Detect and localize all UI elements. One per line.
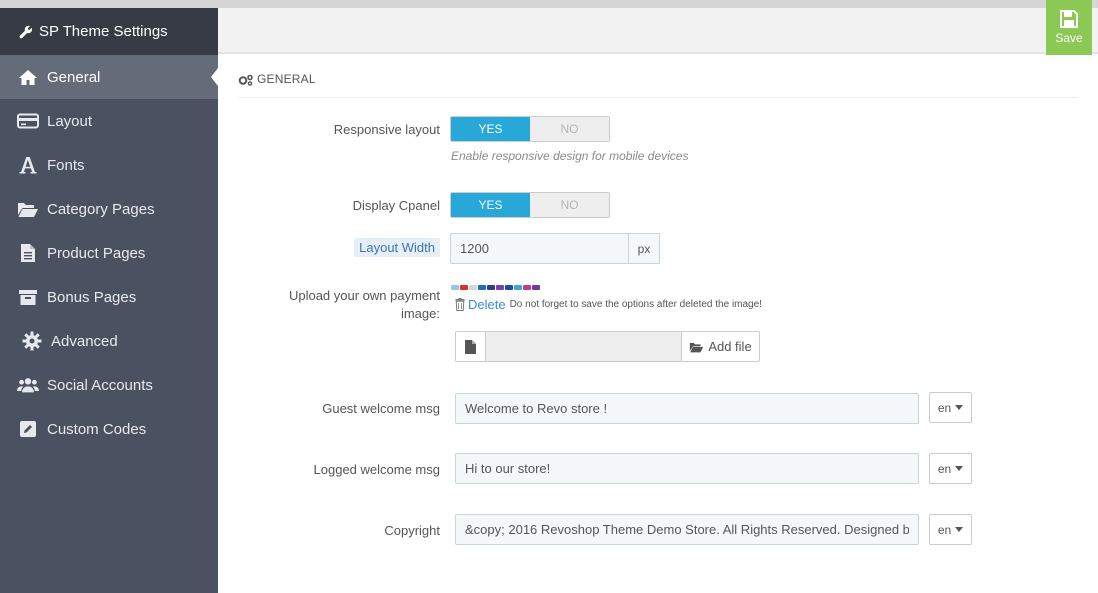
responsive-layout-label: Responsive layout [333, 122, 440, 137]
copyright-label: Copyright [384, 523, 440, 538]
edit-icon [17, 419, 39, 439]
payment-delete-row: Delete Do not forget to save the options… [455, 297, 762, 312]
home-icon [17, 67, 39, 87]
sidebar-item-custom-codes[interactable]: Custom Codes [0, 407, 218, 451]
logged-welcome-language-dropdown[interactable]: en [929, 453, 972, 484]
payment-card-chip [469, 285, 477, 290]
payment-card-chip [487, 285, 495, 290]
sidebar-item-label: Advanced [51, 332, 118, 350]
caret-down-icon [955, 405, 964, 410]
sidebar-item-label: Category Pages [47, 200, 155, 218]
language-code: en [937, 400, 952, 415]
credit-card-icon [17, 111, 39, 131]
file-name-display[interactable] [485, 331, 682, 362]
layout-width-input[interactable] [450, 233, 629, 264]
responsive-yes-option[interactable]: YES [451, 117, 530, 141]
add-file-label: Add file [708, 339, 752, 354]
copyright-language-dropdown[interactable]: en [929, 514, 972, 545]
sidebar-title-text: SP Theme Settings [39, 23, 168, 40]
payment-card-chip [505, 285, 513, 290]
payment-card-chip [514, 285, 522, 290]
sidebar-item-label: Fonts [47, 156, 85, 174]
users-icon [17, 375, 39, 395]
payment-image-label: Upload your own payment image: [238, 287, 440, 323]
delete-image-link[interactable]: Delete [468, 297, 506, 312]
sidebar-item-category-pages[interactable]: Category Pages [0, 187, 218, 231]
sidebar-item-bonus-pages[interactable]: Bonus Pages [0, 275, 218, 319]
copyright-input[interactable] [455, 514, 919, 545]
sidebar-item-label: Social Accounts [47, 376, 153, 394]
cpanel-no-option[interactable]: NO [530, 193, 609, 217]
payment-card-chip [523, 285, 531, 290]
sidebar-item-social-accounts[interactable]: Social Accounts [0, 363, 218, 407]
gear-icon [21, 331, 43, 351]
save-button[interactable]: Save [1046, 0, 1092, 55]
wrench-icon [19, 25, 33, 38]
payment-card-chip [496, 285, 504, 290]
language-code: en [937, 522, 952, 537]
cogs-icon [238, 74, 253, 86]
guest-welcome-label: Guest welcome msg [322, 401, 440, 416]
floppy-disk-icon [1060, 10, 1078, 28]
sidebar-item-label: Custom Codes [47, 420, 147, 438]
payment-card-chip [478, 285, 486, 290]
sidebar-nav: General Layout Fonts Category Pages Prod… [0, 55, 218, 451]
file-icon [17, 243, 39, 263]
sidebar-title: SP Theme Settings [0, 8, 218, 55]
archive-icon [17, 287, 39, 307]
caret-down-icon [955, 466, 964, 471]
file-icon [465, 339, 476, 354]
cpanel-yes-option[interactable]: YES [451, 193, 530, 217]
logged-welcome-label: Logged welcome msg [313, 462, 440, 477]
display-cpanel-label: Display Cpanel [352, 198, 440, 213]
sidebar-item-fonts[interactable]: Fonts [0, 143, 218, 187]
top-border [0, 0, 1098, 8]
folder-open-icon [17, 199, 39, 219]
responsive-no-option[interactable]: NO [530, 117, 609, 141]
payment-card-chip [451, 285, 459, 290]
sidebar-item-label: Bonus Pages [47, 288, 137, 306]
responsive-help-text: Enable responsive design for mobile devi… [451, 149, 689, 163]
panel-heading: General [238, 72, 1078, 98]
display-cpanel-switch: YES NO [450, 192, 610, 218]
trash-icon [455, 298, 465, 311]
delete-note: Do not forget to save the options after … [509, 299, 762, 310]
page-header [218, 8, 1098, 54]
sidebar-item-label: Layout [47, 112, 93, 130]
folder-open-icon [690, 342, 704, 352]
sidebar-item-label: Product Pages [47, 244, 146, 262]
payment-icons-image [451, 285, 540, 290]
responsive-layout-switch: YES NO [450, 116, 610, 142]
sidebar-item-advanced[interactable]: Advanced [0, 319, 218, 363]
payment-card-chip [532, 285, 540, 290]
sidebar-item-general[interactable]: General [0, 55, 218, 99]
font-icon [17, 155, 39, 175]
sidebar: SP Theme Settings General Layout Fonts C… [0, 8, 218, 593]
layout-width-label-row: Layout Width [238, 238, 440, 257]
guest-welcome-language-dropdown[interactable]: en [929, 392, 972, 423]
save-button-label: Save [1055, 31, 1083, 45]
add-file-button[interactable]: Add file [681, 331, 760, 362]
layout-width-unit: px [628, 233, 660, 264]
payment-image-label-line2: image: [400, 306, 440, 321]
logged-welcome-input[interactable] [455, 453, 919, 484]
guest-welcome-input[interactable] [455, 393, 919, 424]
layout-width-label: Layout Width [354, 238, 440, 257]
sidebar-item-product-pages[interactable]: Product Pages [0, 231, 218, 275]
payment-card-chip [460, 285, 468, 290]
file-type-indicator [455, 331, 486, 362]
panel-heading-text: General [257, 72, 316, 86]
language-code: en [937, 461, 952, 476]
caret-down-icon [955, 527, 964, 532]
sidebar-item-label: General [47, 68, 101, 86]
sidebar-item-layout[interactable]: Layout [0, 99, 218, 143]
payment-image-label-line1: Upload your own payment [288, 288, 440, 303]
